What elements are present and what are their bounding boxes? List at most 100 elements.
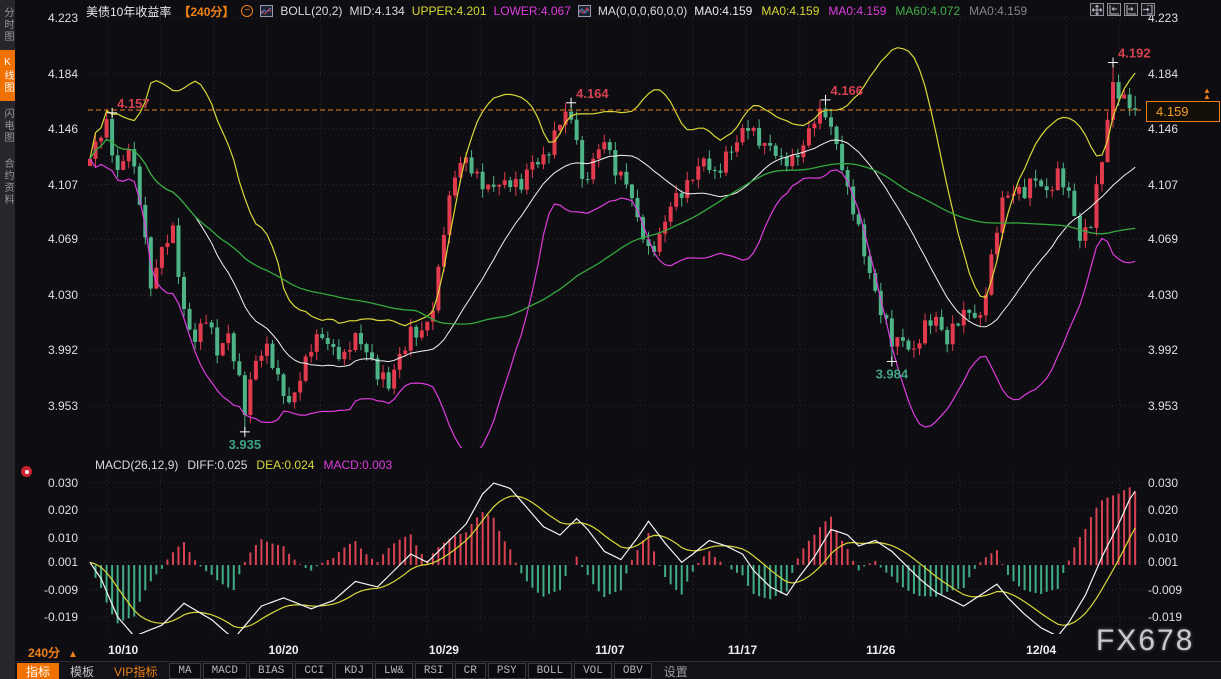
price-axis-label-left: 4.107	[28, 178, 78, 192]
indicator-button-bias[interactable]: BIAS	[249, 663, 293, 679]
indicator-button-kdj[interactable]: KDJ	[335, 663, 373, 679]
indicator-button-ma[interactable]: MA	[169, 663, 200, 679]
price-axis-label-right: 4.107	[1148, 178, 1178, 192]
macd-name: MACD(26,12,9)	[95, 458, 178, 472]
candles-group	[88, 63, 1137, 432]
macd-diff-value: DIFF:0.025	[187, 458, 247, 472]
price-axis-label-right: 3.992	[1148, 343, 1178, 357]
indicator-button-obv[interactable]: OBV	[614, 663, 652, 679]
price-axis-label-left: 3.953	[28, 399, 78, 413]
chart-window-controls	[1090, 3, 1155, 16]
macd-axis-label-left: 0.001	[28, 555, 78, 569]
macd-axis-label-left: 0.030	[28, 476, 78, 490]
tab-template[interactable]: 模板	[61, 663, 103, 679]
date-axis-label: 10/10	[101, 643, 145, 657]
price-axis-label-right: 4.184	[1148, 67, 1178, 81]
trading-app: 4.157 4.164 4.166 4.192 3.935 3.984 分时图K线图闪电图…	[0, 0, 1221, 679]
ma-value-1: MA0:4.159	[761, 4, 819, 18]
date-axis-label: 10/20	[262, 643, 306, 657]
collapse-indicator-icon[interactable]: −	[241, 5, 253, 17]
ma-value-0: MA0:4.159	[694, 4, 752, 18]
svg-text:4.166: 4.166	[830, 83, 863, 98]
price-axis-label-left: 4.069	[28, 232, 78, 246]
price-axis-label-left: 3.992	[28, 343, 78, 357]
indicator-alert-icon[interactable]	[21, 466, 32, 477]
chart-header: 美债10年收益率 【240分】 − BOLL(20,2) MID:4.134 U…	[86, 3, 1036, 19]
price-axis-label-left: 4.030	[28, 288, 78, 302]
indicator-buttons-group: MAMACDBIASCCIKDJLW&RSICRPSYBOLLVOLOBV	[168, 663, 652, 679]
grid	[88, 16, 1143, 634]
svg-text:3.984: 3.984	[876, 366, 909, 381]
boll-upper-value: UPPER:4.201	[412, 4, 487, 18]
tab-vip-indicator[interactable]: VIP指标	[105, 663, 166, 679]
indicator-button-cr[interactable]: CR	[455, 663, 486, 679]
last-price-box: 4.159	[1146, 101, 1220, 122]
watermark: FX678	[1096, 624, 1194, 658]
macd-axis-label-right: 0.001	[1148, 555, 1178, 569]
boll-label: BOLL(20,2)	[280, 4, 342, 18]
ma-value-4: MA0:4.159	[969, 4, 1027, 18]
macd-header: MACD(26,12,9) DIFF:0.025 DEA:0.024 MACD:…	[95, 458, 392, 472]
indicator-button-cci[interactable]: CCI	[295, 663, 333, 679]
chevron-up-icon: ▲	[68, 649, 78, 660]
ma-label: MA(0,0,0,60,0,0)	[598, 4, 687, 18]
annotations-group: 4.157 4.164 4.166 4.192 3.935 3.984	[107, 46, 1150, 452]
ma-value-2: MA0:4.159	[828, 4, 886, 18]
svg-text:4.157: 4.157	[117, 96, 150, 111]
footer-period-selector[interactable]: 240分 ▲	[28, 644, 78, 661]
macd-axis-label-left: -0.009	[28, 583, 78, 597]
indicator-button-lw[interactable]: LW&	[375, 663, 413, 679]
sidebar-tab-1[interactable]: K线图	[0, 50, 15, 101]
macd-macd-value: MACD:0.003	[323, 458, 392, 472]
indicator-button-vol[interactable]: VOL	[574, 663, 612, 679]
price-axis-label-left: 4.146	[28, 122, 78, 136]
kline-chart-canvas[interactable]: 4.157 4.164 4.166 4.192 3.935 3.984	[0, 0, 1221, 679]
macd-axis-label-right: 0.030	[1148, 476, 1178, 490]
instrument-title: 美债10年收益率	[86, 3, 171, 20]
date-axis-label: 11/26	[859, 643, 903, 657]
bottom-toolbar: 指标 模板 VIP指标 MAMACDBIASCCIKDJLW&RSICRPSYB…	[15, 661, 1221, 679]
exit-panel-icon[interactable]	[1141, 3, 1155, 16]
price-axis-label-left: 4.223	[28, 11, 78, 25]
indicator-button-psy[interactable]: PSY	[488, 663, 526, 679]
date-axis-label: 11/07	[588, 643, 632, 657]
settings-button[interactable]: 设置	[655, 663, 697, 679]
macd-dea-value: DEA:0.024	[256, 458, 314, 472]
tab-indicator[interactable]: 指标	[17, 663, 59, 679]
svg-text:4.192: 4.192	[1118, 46, 1151, 61]
ma-value-3: MA60:4.072	[895, 4, 960, 18]
period-label: 【240分】	[178, 3, 234, 20]
left-sidebar: 分时图K线图闪电图合约资料	[0, 0, 15, 679]
boll-mid-value: MID:4.134	[349, 4, 404, 18]
price-axis-label-left: 4.184	[28, 67, 78, 81]
date-axis-label: 10/29	[422, 643, 466, 657]
boll-indicator-icon[interactable]	[260, 5, 273, 17]
price-marker-icon: ▲▲	[1203, 88, 1211, 100]
macd-axis-label-right: 0.020	[1148, 503, 1178, 517]
indicator-button-rsi[interactable]: RSI	[415, 663, 453, 679]
macd-group	[90, 483, 1135, 639]
indicator-button-boll[interactable]: BOLL	[528, 663, 572, 679]
pan-move-icon[interactable]	[1090, 3, 1104, 16]
zoom-right-chart-icon[interactable]	[1124, 3, 1138, 16]
boll-lower-value: LOWER:4.067	[494, 4, 571, 18]
svg-text:3.935: 3.935	[229, 437, 262, 452]
sidebar-tab-3[interactable]: 合约资料	[0, 151, 15, 213]
macd-axis-label-left: 0.020	[28, 503, 78, 517]
last-price-value: 4.159	[1156, 104, 1189, 119]
date-axis-label: 12/04	[1019, 643, 1063, 657]
ma-indicator-icon[interactable]	[578, 5, 591, 17]
macd-axis-label-left: -0.019	[28, 610, 78, 624]
sidebar-tab-0[interactable]: 分时图	[0, 0, 15, 50]
price-axis-label-right: 4.030	[1148, 288, 1178, 302]
price-axis-label-right: 3.953	[1148, 399, 1178, 413]
ma-values-group: MA0:4.159 MA0:4.159 MA0:4.159 MA60:4.072 MA0…	[694, 4, 1036, 18]
zoom-left-chart-icon[interactable]	[1107, 3, 1121, 16]
svg-text:4.164: 4.164	[576, 86, 609, 101]
indicator-button-macd[interactable]: MACD	[203, 663, 247, 679]
macd-axis-label-right: 0.010	[1148, 531, 1178, 545]
sidebar-tab-2[interactable]: 闪电图	[0, 101, 15, 151]
footer-period-label: 240分	[28, 646, 60, 660]
macd-axis-label-right: -0.009	[1148, 583, 1182, 597]
price-axis-label-right: 4.146	[1148, 122, 1178, 136]
